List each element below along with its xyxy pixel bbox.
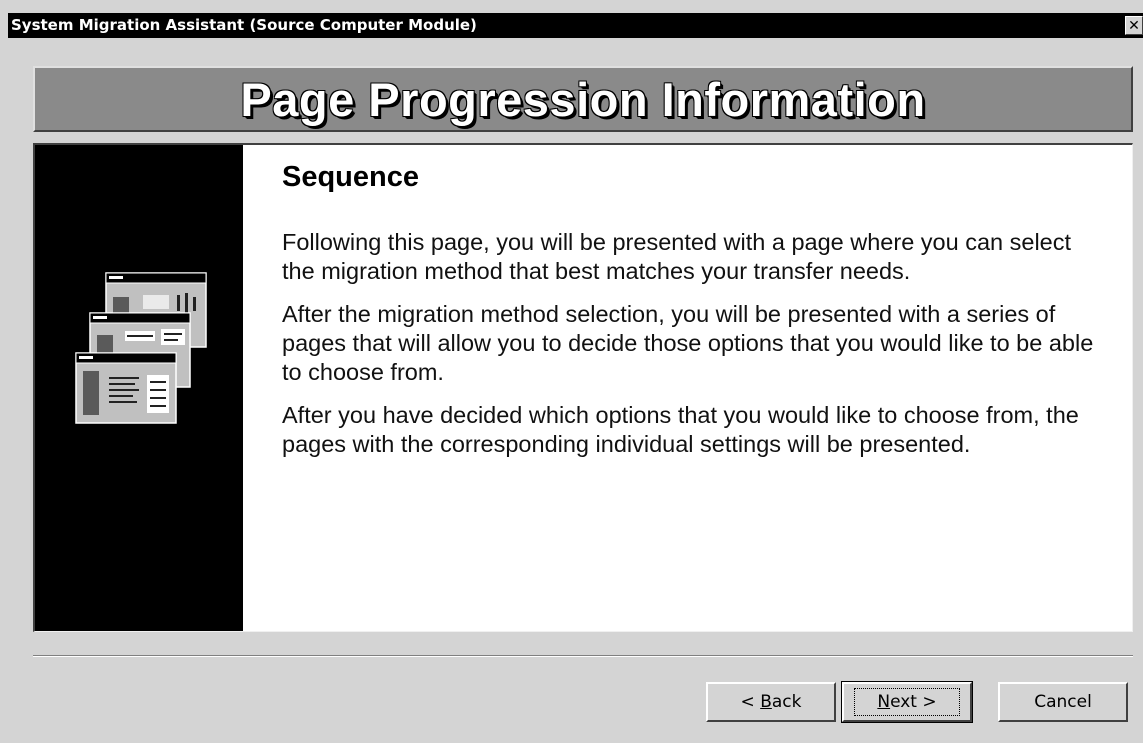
info-paragraphs: Following this page, you will be present… — [282, 228, 1102, 473]
back-button-mnemonic: B — [760, 692, 772, 712]
info-panel: Sequence Following this page, you will b… — [243, 145, 1132, 631]
close-icon: ✕ — [1128, 18, 1140, 34]
back-button[interactable]: < Back — [706, 682, 836, 722]
illustration-window-front — [75, 352, 177, 424]
banner-title: Page Progression Information — [240, 72, 926, 126]
info-paragraph: After the migration method selection, yo… — [282, 301, 1094, 385]
back-button-rest: ack — [771, 692, 802, 712]
next-button-mnemonic: N — [877, 692, 891, 712]
cancel-button[interactable]: Cancel — [998, 682, 1128, 722]
next-button[interactable]: Next > — [841, 681, 973, 723]
next-button-rest: ext > — [890, 692, 937, 712]
title-bar[interactable]: System Migration Assistant (Source Compu… — [8, 13, 1143, 38]
content-frame: Sequence Following this page, you will b… — [33, 143, 1133, 632]
back-button-prefix: < — [740, 692, 761, 712]
cancel-button-label: Cancel — [1034, 692, 1092, 712]
stacked-windows-icon — [75, 272, 207, 424]
info-paragraph: After you have decided which options tha… — [282, 402, 1079, 457]
window-title: System Migration Assistant (Source Compu… — [11, 16, 477, 34]
focus-rectangle: Next > — [854, 688, 960, 716]
dialog-window: System Migration Assistant (Source Compu… — [0, 0, 1143, 743]
page-banner: Page Progression Information — [33, 66, 1133, 132]
info-paragraph: Following this page, you will be present… — [282, 229, 1072, 284]
close-button[interactable]: ✕ — [1125, 16, 1143, 35]
button-separator — [33, 655, 1133, 657]
section-heading: Sequence — [282, 161, 419, 193]
left-image-panel — [35, 145, 243, 631]
